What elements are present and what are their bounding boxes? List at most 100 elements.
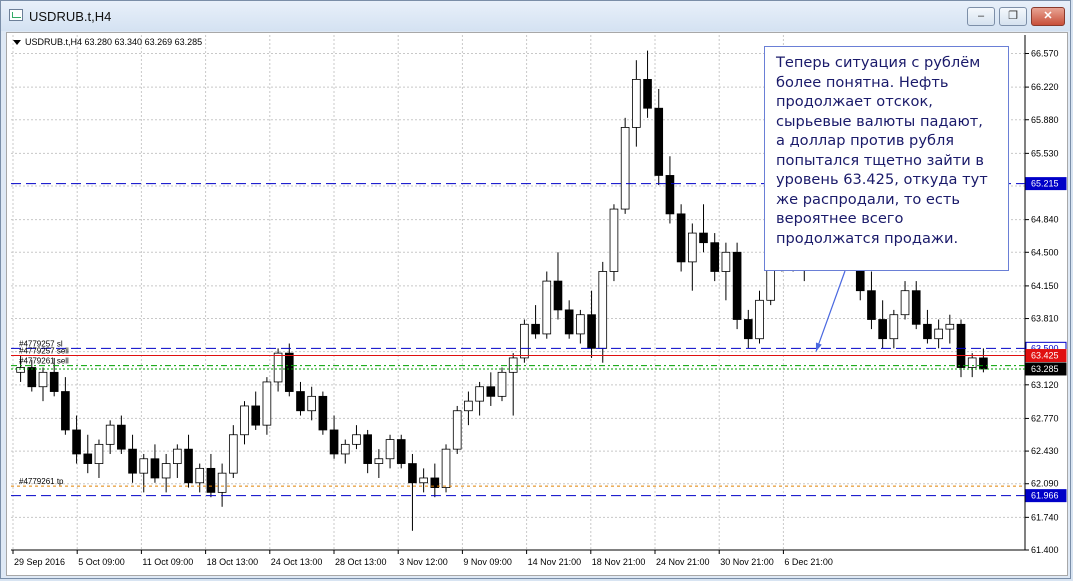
candle-body — [251, 405, 261, 426]
candle-body — [878, 319, 887, 340]
candle-body — [217, 472, 227, 493]
candle-body — [867, 290, 876, 320]
candle-body — [643, 79, 652, 109]
candle-body — [27, 367, 37, 388]
candle-body — [94, 443, 104, 464]
dropdown-triangle-icon[interactable] — [13, 40, 21, 46]
x-tick-label: 3 Nov 12:00 — [399, 557, 448, 567]
x-tick-label: 14 Nov 21:00 — [528, 557, 582, 567]
candle-body — [889, 314, 899, 340]
minimize-button[interactable]: ‒ — [967, 7, 995, 26]
chart-window: USDRUB.t,H4 ‒ ❐ ✕ 29 Sep 2016 5 Oct 09:00… — [0, 0, 1071, 579]
title-bar[interactable]: USDRUB.t,H4 ‒ ❐ ✕ — [1, 1, 1070, 31]
y-tick-label: 61.400 — [1031, 545, 1059, 555]
candle-body — [173, 448, 182, 464]
price-label-text: 65.215 — [1031, 179, 1059, 189]
candle-body — [475, 386, 484, 402]
y-tick-label: 63.810 — [1031, 314, 1059, 324]
candle-body — [161, 463, 171, 479]
candle-body — [743, 319, 753, 340]
candle-body — [553, 280, 563, 311]
symbol-info: USDRUB.t,H4 63.280 63.340 63.269 63.285 — [13, 37, 202, 47]
maximize-button[interactable]: ❐ — [999, 7, 1027, 26]
close-button[interactable]: ✕ — [1031, 7, 1065, 26]
y-tick-label: 61.740 — [1031, 512, 1059, 522]
candle-body — [240, 405, 249, 436]
candle-body — [564, 309, 574, 335]
candle-body — [184, 448, 193, 484]
candle-body — [497, 371, 507, 397]
annotation-text: Теперь ситуация с рублём более понятна. … — [776, 54, 988, 247]
candle-body — [49, 371, 59, 392]
candle-body — [945, 323, 955, 330]
y-tick-label: 65.880 — [1031, 115, 1059, 125]
y-tick-label: 64.150 — [1031, 281, 1059, 291]
candle-body — [329, 429, 339, 455]
candle-body — [83, 453, 93, 464]
candle-body — [206, 467, 216, 493]
candle-body — [318, 395, 328, 431]
candle-body — [598, 271, 608, 349]
candle-body — [195, 467, 205, 484]
candle-body — [105, 424, 115, 445]
y-tick-label: 62.770 — [1031, 413, 1059, 423]
candle-body — [296, 391, 305, 412]
candle-body — [520, 323, 529, 359]
candle-body — [72, 429, 81, 455]
candle-body — [273, 352, 283, 383]
candle-body — [688, 232, 697, 263]
candle-body — [979, 357, 988, 370]
y-tick-label: 62.430 — [1031, 446, 1059, 456]
y-tick-label: 63.120 — [1031, 380, 1059, 390]
candle-body — [139, 458, 149, 474]
x-tick-label: 11 Oct 09:00 — [142, 557, 193, 567]
callout-arrow-head — [815, 342, 822, 352]
y-tick-label: 62.090 — [1031, 479, 1059, 489]
candle-body — [620, 127, 630, 210]
candle-body — [340, 443, 350, 455]
annotation-callout[interactable]: Теперь ситуация с рублём более понятна. … — [764, 46, 1009, 271]
candle-body — [419, 477, 428, 484]
candle-body — [352, 434, 361, 445]
y-tick-label: 65.530 — [1031, 148, 1059, 158]
candle-body — [307, 395, 316, 412]
candle-body — [732, 251, 742, 320]
candle-body — [665, 175, 675, 215]
candle-body — [699, 232, 708, 244]
candle-body — [923, 323, 932, 340]
candle-body — [452, 410, 462, 450]
candle-body — [228, 434, 238, 474]
level-label: #4779257 sell — [19, 347, 69, 356]
y-tick-label: 64.500 — [1031, 247, 1059, 257]
candle-body — [721, 251, 731, 272]
candle-body — [755, 299, 764, 340]
candle-body — [934, 328, 943, 340]
candle-body — [911, 290, 921, 325]
candle-body — [128, 448, 137, 474]
x-tick-label: 18 Oct 13:00 — [207, 557, 259, 567]
candle-body — [587, 314, 596, 349]
price-label-text: 63.285 — [1031, 364, 1059, 374]
y-tick-label: 66.220 — [1031, 82, 1059, 92]
level-label: #4779261 tp — [19, 477, 64, 486]
level-label: #4779261 sell — [19, 357, 69, 366]
chart-area[interactable]: 29 Sep 2016 5 Oct 09:00 11 Oct 09:00 18 Oct… — [6, 32, 1068, 576]
candle-body — [676, 213, 686, 263]
candle-body — [609, 208, 619, 272]
candle-body — [385, 439, 395, 460]
candle-body — [441, 448, 451, 488]
candle-body — [150, 458, 160, 479]
candle-body — [117, 424, 126, 450]
candle-body — [374, 458, 384, 464]
candle-body — [396, 439, 406, 464]
x-tick-label: 30 Nov 21:00 — [720, 557, 774, 567]
x-tick-label: 28 Oct 13:00 — [335, 557, 387, 567]
candle-body — [486, 386, 496, 397]
symbol-quote: USDRUB.t,H4 63.280 63.340 63.269 63.285 — [25, 37, 203, 47]
x-tick-label: 24 Nov 21:00 — [656, 557, 710, 567]
candle-body — [408, 463, 417, 484]
x-tick-label: 29 Sep 2016 — [14, 557, 65, 567]
x-tick-label: 18 Nov 21:00 — [592, 557, 646, 567]
candle-body — [900, 290, 910, 316]
y-tick-label: 64.840 — [1031, 215, 1059, 225]
